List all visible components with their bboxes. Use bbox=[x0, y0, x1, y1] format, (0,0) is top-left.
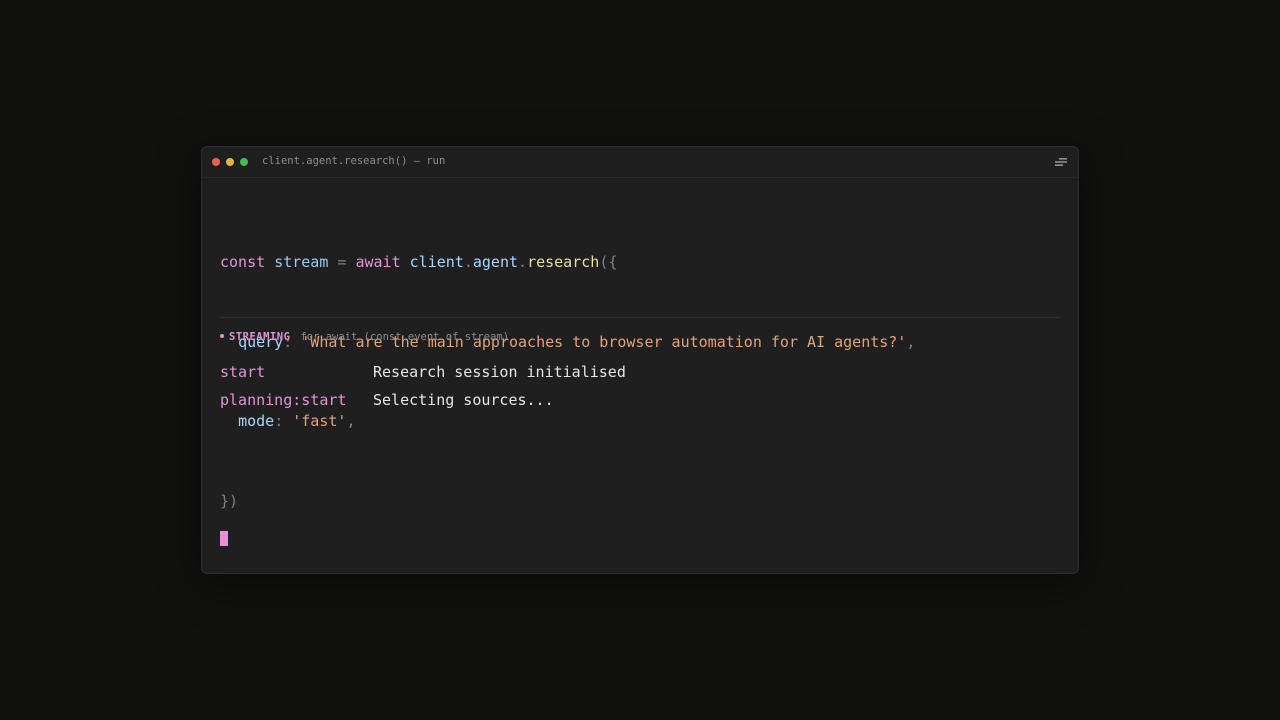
event-name: start bbox=[220, 363, 266, 381]
open-brace: ({ bbox=[599, 253, 618, 271]
minimize-window-button[interactable] bbox=[226, 158, 234, 166]
status-dot-icon bbox=[220, 334, 224, 338]
comma: , bbox=[906, 332, 916, 351]
title-bar: client.agent.research() — run bbox=[202, 147, 1078, 178]
event-message: Selecting sources... bbox=[373, 391, 554, 409]
code-line-1: const stream = await client.agent.resear… bbox=[220, 249, 915, 276]
dot-operator: . bbox=[518, 253, 528, 271]
keyword-const: const bbox=[220, 253, 266, 271]
close-brace: }) bbox=[220, 491, 239, 510]
event-row: planning:start Selecting sources... bbox=[220, 388, 626, 416]
streaming-status: STREAMING for await (const event of strea… bbox=[220, 331, 509, 343]
text-cursor bbox=[220, 531, 228, 546]
operator-equals: = bbox=[337, 253, 347, 271]
event-row: start Research session initialised bbox=[220, 360, 626, 388]
event-name: planning:start bbox=[220, 391, 347, 409]
close-window-button[interactable] bbox=[212, 158, 220, 166]
menu-lines-icon[interactable] bbox=[1055, 157, 1067, 167]
event-message: Research session initialised bbox=[373, 363, 626, 381]
status-label: STREAMING bbox=[229, 331, 291, 343]
dot-operator: . bbox=[463, 253, 473, 271]
variable-stream: stream bbox=[274, 253, 329, 271]
object-client: client bbox=[409, 253, 464, 271]
object-agent: agent bbox=[472, 253, 519, 271]
terminal-window: client.agent.research() — run const stre… bbox=[201, 146, 1079, 574]
section-divider bbox=[220, 317, 1060, 318]
status-description: for await (const event of stream) bbox=[300, 331, 510, 343]
event-log: start Research session initialised planni… bbox=[220, 360, 626, 416]
keyword-await: await bbox=[355, 253, 401, 271]
maximize-window-button[interactable] bbox=[240, 158, 248, 166]
function-research: research bbox=[527, 253, 600, 271]
code-line-4: }) bbox=[220, 488, 915, 515]
window-title: client.agent.research() — run bbox=[262, 155, 446, 167]
